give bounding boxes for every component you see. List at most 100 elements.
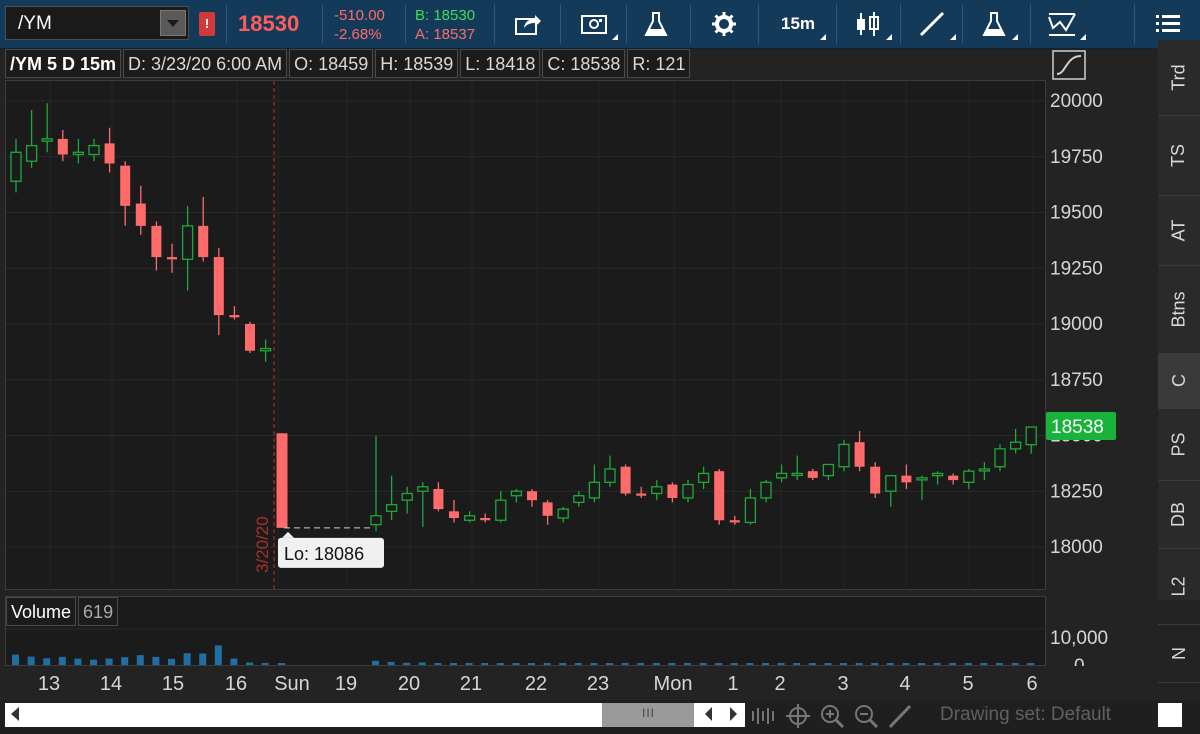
candle-body <box>198 225 209 258</box>
zoom-in-icon[interactable] <box>818 703 846 729</box>
scroll-back-icon[interactable] <box>705 707 712 721</box>
chart-mode-toggle[interactable] <box>1052 50 1086 80</box>
chart-header: /YM 5 D 15m D: 3/23/20 6:00 AM O: 18459 … <box>5 49 692 78</box>
drawing-tools-button[interactable] <box>904 4 960 44</box>
scroll-forward-icon[interactable] <box>730 707 737 721</box>
volume-bar <box>543 663 551 665</box>
side-tab-trd[interactable]: Trd <box>1158 40 1200 116</box>
interval-button[interactable]: 15m <box>766 4 830 44</box>
volume-bar <box>964 663 972 665</box>
drawing-set-label[interactable]: Drawing set: Default <box>940 704 1111 726</box>
crosshair-icon[interactable] <box>784 703 812 729</box>
menu-button[interactable] <box>1140 4 1196 44</box>
volume-bar <box>746 663 754 665</box>
toolbar-divider <box>405 4 406 44</box>
camera-icon <box>581 15 607 34</box>
bar-range: R: 121 <box>627 49 691 78</box>
bar-date: D: 3/23/20 6:00 AM <box>123 49 288 78</box>
side-tab-c[interactable]: C <box>1158 353 1200 409</box>
share-button[interactable] <box>500 4 556 44</box>
volume-bar <box>183 653 191 665</box>
studies-button[interactable] <box>628 4 684 44</box>
snapshot-button[interactable] <box>566 4 622 44</box>
bottom-right-toggle[interactable] <box>1158 703 1182 727</box>
candle-body <box>870 466 881 494</box>
price-chart-panel[interactable]: 3/20/20 Lo: 18086 <box>5 80 1047 591</box>
volume-tick-label: 10,000 <box>1050 628 1108 649</box>
symbol-selector[interactable]: /YM <box>5 6 189 40</box>
candle-body <box>41 138 53 142</box>
curve-icon <box>1052 50 1086 80</box>
volume-bar <box>387 661 395 665</box>
volume-bar <box>74 658 82 665</box>
toolbar-divider <box>900 4 901 44</box>
price-axis[interactable]: 20000 19750 19500 19250 19000 18750 18250 18000… <box>1046 80 1154 666</box>
settings-button[interactable] <box>696 4 752 44</box>
volume-bar <box>121 657 129 665</box>
side-tab-label: AT <box>1168 219 1189 241</box>
candle-body <box>994 448 1006 468</box>
candle-body <box>682 483 694 499</box>
time-scrollbar[interactable]: III <box>5 703 745 727</box>
chart-symbol-period[interactable]: /YM 5 D 15m <box>5 49 122 78</box>
volume-bar <box>621 663 629 665</box>
volume-bar <box>27 656 35 665</box>
scroll-grip: III <box>642 706 656 720</box>
time-tick-label: 21 <box>460 673 482 695</box>
candle-body <box>978 468 991 472</box>
volume-bar <box>512 663 520 665</box>
side-tab-btns[interactable]: Btns <box>1158 265 1200 354</box>
volume-bar <box>528 663 535 665</box>
candle-body <box>573 495 585 504</box>
toolbar-divider <box>560 4 561 44</box>
volume-bar <box>808 663 816 665</box>
volume-tick-label: 0 <box>1074 656 1085 666</box>
side-tab-label: DB <box>1168 501 1189 527</box>
volume-bar <box>762 663 769 665</box>
volume-bar <box>980 663 988 665</box>
candle-body <box>931 472 944 477</box>
toolbar-divider <box>962 4 963 44</box>
candle-body <box>417 486 429 492</box>
side-tab-l2[interactable]: L2 <box>1158 548 1200 625</box>
volume-bar <box>434 663 442 665</box>
side-tab-label: Btns <box>1168 290 1189 328</box>
side-tab-db[interactable]: DB <box>1158 480 1200 549</box>
side-tab-ps[interactable]: PS <box>1158 408 1200 481</box>
corner-indicator <box>950 34 956 40</box>
scroll-thumb[interactable]: III <box>602 703 694 727</box>
price-chart[interactable]: 3/20/20 Lo: 18086 <box>6 81 1047 591</box>
drawing-pencil-icon[interactable] <box>886 703 914 729</box>
chart-style-button[interactable] <box>840 4 896 44</box>
side-tab-ts[interactable]: TS <box>1158 115 1200 196</box>
volume-bar <box>606 663 613 665</box>
studies-menu-button[interactable] <box>966 4 1022 44</box>
scroll-left-icon[interactable] <box>11 707 19 721</box>
volume-bar <box>996 663 1003 665</box>
volume-panel[interactable]: Volume 619 <box>5 596 1047 666</box>
corner-indicator <box>1080 34 1086 40</box>
patterns-icon <box>1048 13 1076 36</box>
candle-body <box>10 151 22 182</box>
candle-style-icon <box>857 12 879 36</box>
time-tick-label: 4 <box>899 673 910 695</box>
side-tab-at[interactable]: AT <box>1158 195 1200 266</box>
price-tick-label: 18000 <box>1050 537 1103 558</box>
time-tick-label: 1 <box>727 673 738 695</box>
time-tick-label: 16 <box>225 673 247 695</box>
time-axis[interactable]: 13 14 15 16 Sun 19 20 21 22 23 Mon 1 2 3 4 5 6 <box>5 668 1046 698</box>
time-tick-label: 5 <box>962 673 973 695</box>
volume-bar <box>824 663 832 665</box>
side-tab-label: N <box>1168 646 1189 660</box>
patterns-button[interactable] <box>1034 4 1090 44</box>
candle-body <box>433 489 444 510</box>
time-tick-label: Mon <box>654 673 693 695</box>
time-tick-label: 20 <box>398 673 420 695</box>
volume-bar <box>230 658 238 665</box>
expand-time-axis-icon[interactable] <box>750 703 778 729</box>
symbol-dropdown-icon[interactable] <box>160 10 186 36</box>
side-tab-n[interactable]: N <box>1158 624 1200 683</box>
zoom-out-icon[interactable] <box>852 703 880 729</box>
candle-body <box>72 151 85 156</box>
alert-flag-icon[interactable]: ! <box>199 12 215 36</box>
